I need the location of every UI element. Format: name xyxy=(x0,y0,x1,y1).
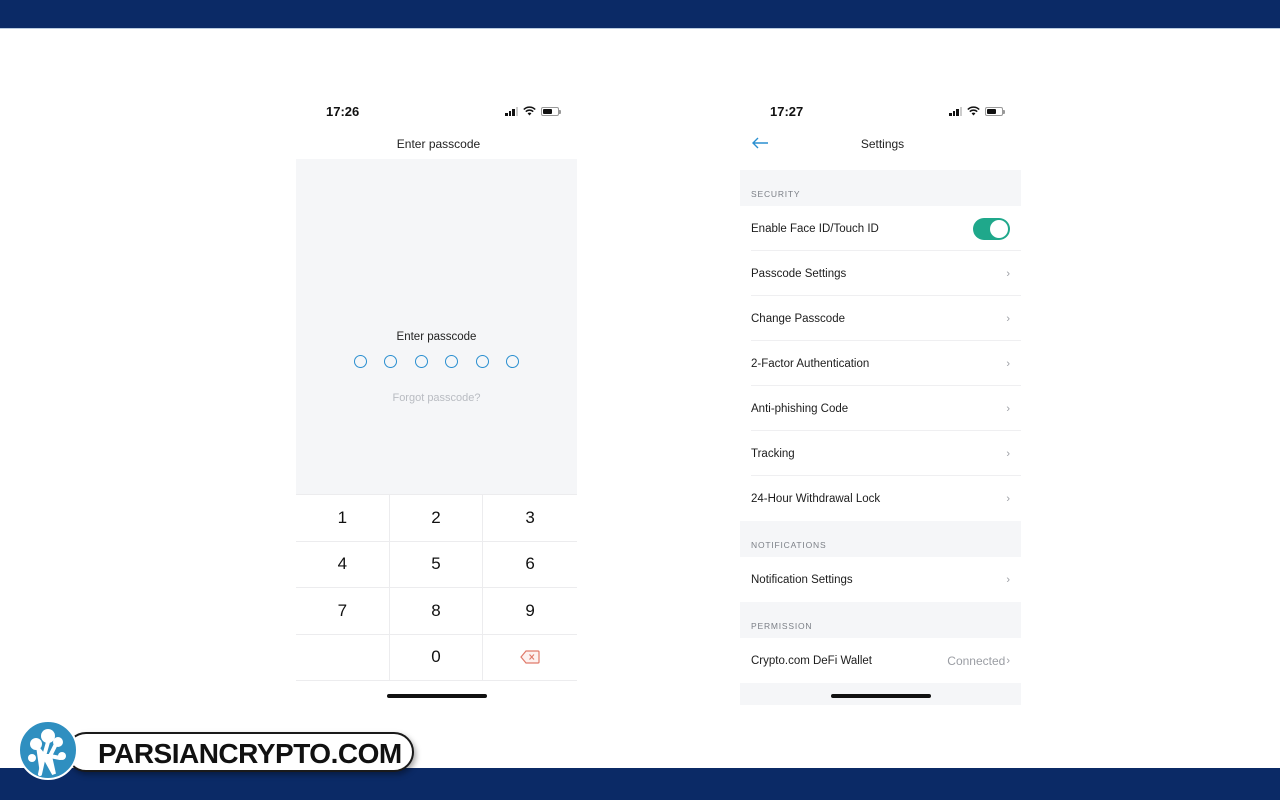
watermark-text: PARSIANCRYPTO.COM xyxy=(98,738,402,769)
key-8[interactable]: 8 xyxy=(389,588,484,635)
signal-icon xyxy=(949,106,962,116)
status-time: 17:27 xyxy=(770,104,804,119)
chevron-right-icon: › xyxy=(1006,267,1010,280)
key-2[interactable]: 2 xyxy=(389,495,484,542)
key-1[interactable]: 1 xyxy=(296,495,390,542)
key-7[interactable]: 7 xyxy=(296,588,390,635)
page-title: Settings xyxy=(860,137,905,151)
row-label: Passcode Settings xyxy=(751,267,847,280)
passcode-dot xyxy=(414,355,428,368)
passcode-prompt: Enter passcode xyxy=(396,331,477,343)
page-title: Enter passcode xyxy=(396,137,481,151)
tree-logo-icon xyxy=(18,720,78,780)
battery-icon xyxy=(985,106,1005,116)
passcode-dot xyxy=(384,355,398,368)
row-withdrawal-lock[interactable]: 24-Hour Withdrawal Lock › xyxy=(740,476,1021,521)
toggle-knob xyxy=(990,219,1008,238)
key-6[interactable]: 6 xyxy=(483,541,577,588)
key-9[interactable]: 9 xyxy=(483,588,577,635)
battery-icon xyxy=(541,106,561,116)
section-header-notifications: NOTIFICATIONS xyxy=(751,540,827,550)
row-2fa[interactable]: 2-Factor Authentication › xyxy=(740,341,1021,386)
forgot-passcode-link[interactable]: Forgot passcode? xyxy=(296,392,577,404)
chevron-right-icon: › xyxy=(1006,447,1010,460)
section-header-permission: PERMISSION xyxy=(751,621,813,631)
chevron-right-icon: › xyxy=(1006,402,1010,415)
settings-screen: 17:27 Settings SECURITY Enable Face ID/T… xyxy=(740,95,1025,705)
passcode-dot xyxy=(445,355,459,368)
top-banner xyxy=(0,0,1280,29)
passcode-dot xyxy=(353,355,367,368)
row-label: Tracking xyxy=(751,447,795,460)
row-defi-wallet[interactable]: Crypto.com DeFi Wallet Connected › xyxy=(740,638,1021,683)
settings-list: SECURITY Enable Face ID/Touch ID Passcod… xyxy=(740,170,1021,705)
chevron-right-icon: › xyxy=(1006,312,1010,325)
row-face-id: Enable Face ID/Touch ID xyxy=(740,206,1021,251)
row-notification-settings[interactable]: Notification Settings › xyxy=(740,557,1021,602)
face-id-toggle[interactable] xyxy=(973,217,1010,240)
row-label: Crypto.com DeFi Wallet xyxy=(751,654,872,667)
section-header-security: SECURITY xyxy=(751,189,801,199)
row-label: Change Passcode xyxy=(751,312,845,325)
key-empty xyxy=(296,634,390,681)
chevron-right-icon: › xyxy=(1006,357,1010,370)
row-label: Notification Settings xyxy=(751,573,853,586)
passcode-screen: 17:26 Enter passcode Enter passcode Forg… xyxy=(296,95,581,705)
key-5[interactable]: 5 xyxy=(389,541,484,588)
bottom-banner xyxy=(0,768,1280,800)
row-label: Enable Face ID/Touch ID xyxy=(751,222,879,235)
key-4[interactable]: 4 xyxy=(296,541,390,588)
signal-icon xyxy=(505,106,518,116)
passcode-entry-area: Enter passcode Forgot passcode? xyxy=(296,159,577,494)
row-label: 24-Hour Withdrawal Lock xyxy=(751,492,881,505)
status-time: 17:26 xyxy=(326,104,360,119)
passcode-dot xyxy=(506,355,520,368)
chevron-right-icon: › xyxy=(1006,573,1010,586)
home-indicator[interactable] xyxy=(387,694,487,698)
row-passcode-settings[interactable]: Passcode Settings › xyxy=(740,251,1021,296)
home-indicator[interactable] xyxy=(831,694,931,698)
key-3[interactable]: 3 xyxy=(483,495,577,542)
chevron-right-icon: › xyxy=(1006,492,1010,505)
chevron-right-icon: › xyxy=(1006,654,1010,667)
row-tracking[interactable]: Tracking › xyxy=(740,431,1021,476)
backspace-button[interactable] xyxy=(483,634,577,681)
row-label: Anti-phishing Code xyxy=(751,402,849,415)
row-change-passcode[interactable]: Change Passcode › xyxy=(740,296,1021,341)
row-anti-phishing[interactable]: Anti-phishing Code › xyxy=(740,386,1021,431)
status-bar: 17:27 xyxy=(740,95,1025,129)
numeric-keypad: 1 2 3 4 5 6 7 8 9 0 xyxy=(296,494,577,681)
passcode-dot xyxy=(475,355,489,368)
backspace-icon xyxy=(520,650,540,664)
row-label: 2-Factor Authentication xyxy=(751,357,870,370)
passcode-dots xyxy=(296,355,577,368)
status-bar: 17:26 xyxy=(296,95,581,129)
connection-status: Connected xyxy=(947,653,1006,668)
wifi-icon xyxy=(967,106,980,116)
key-0[interactable]: 0 xyxy=(389,634,484,681)
wifi-icon xyxy=(523,106,536,116)
